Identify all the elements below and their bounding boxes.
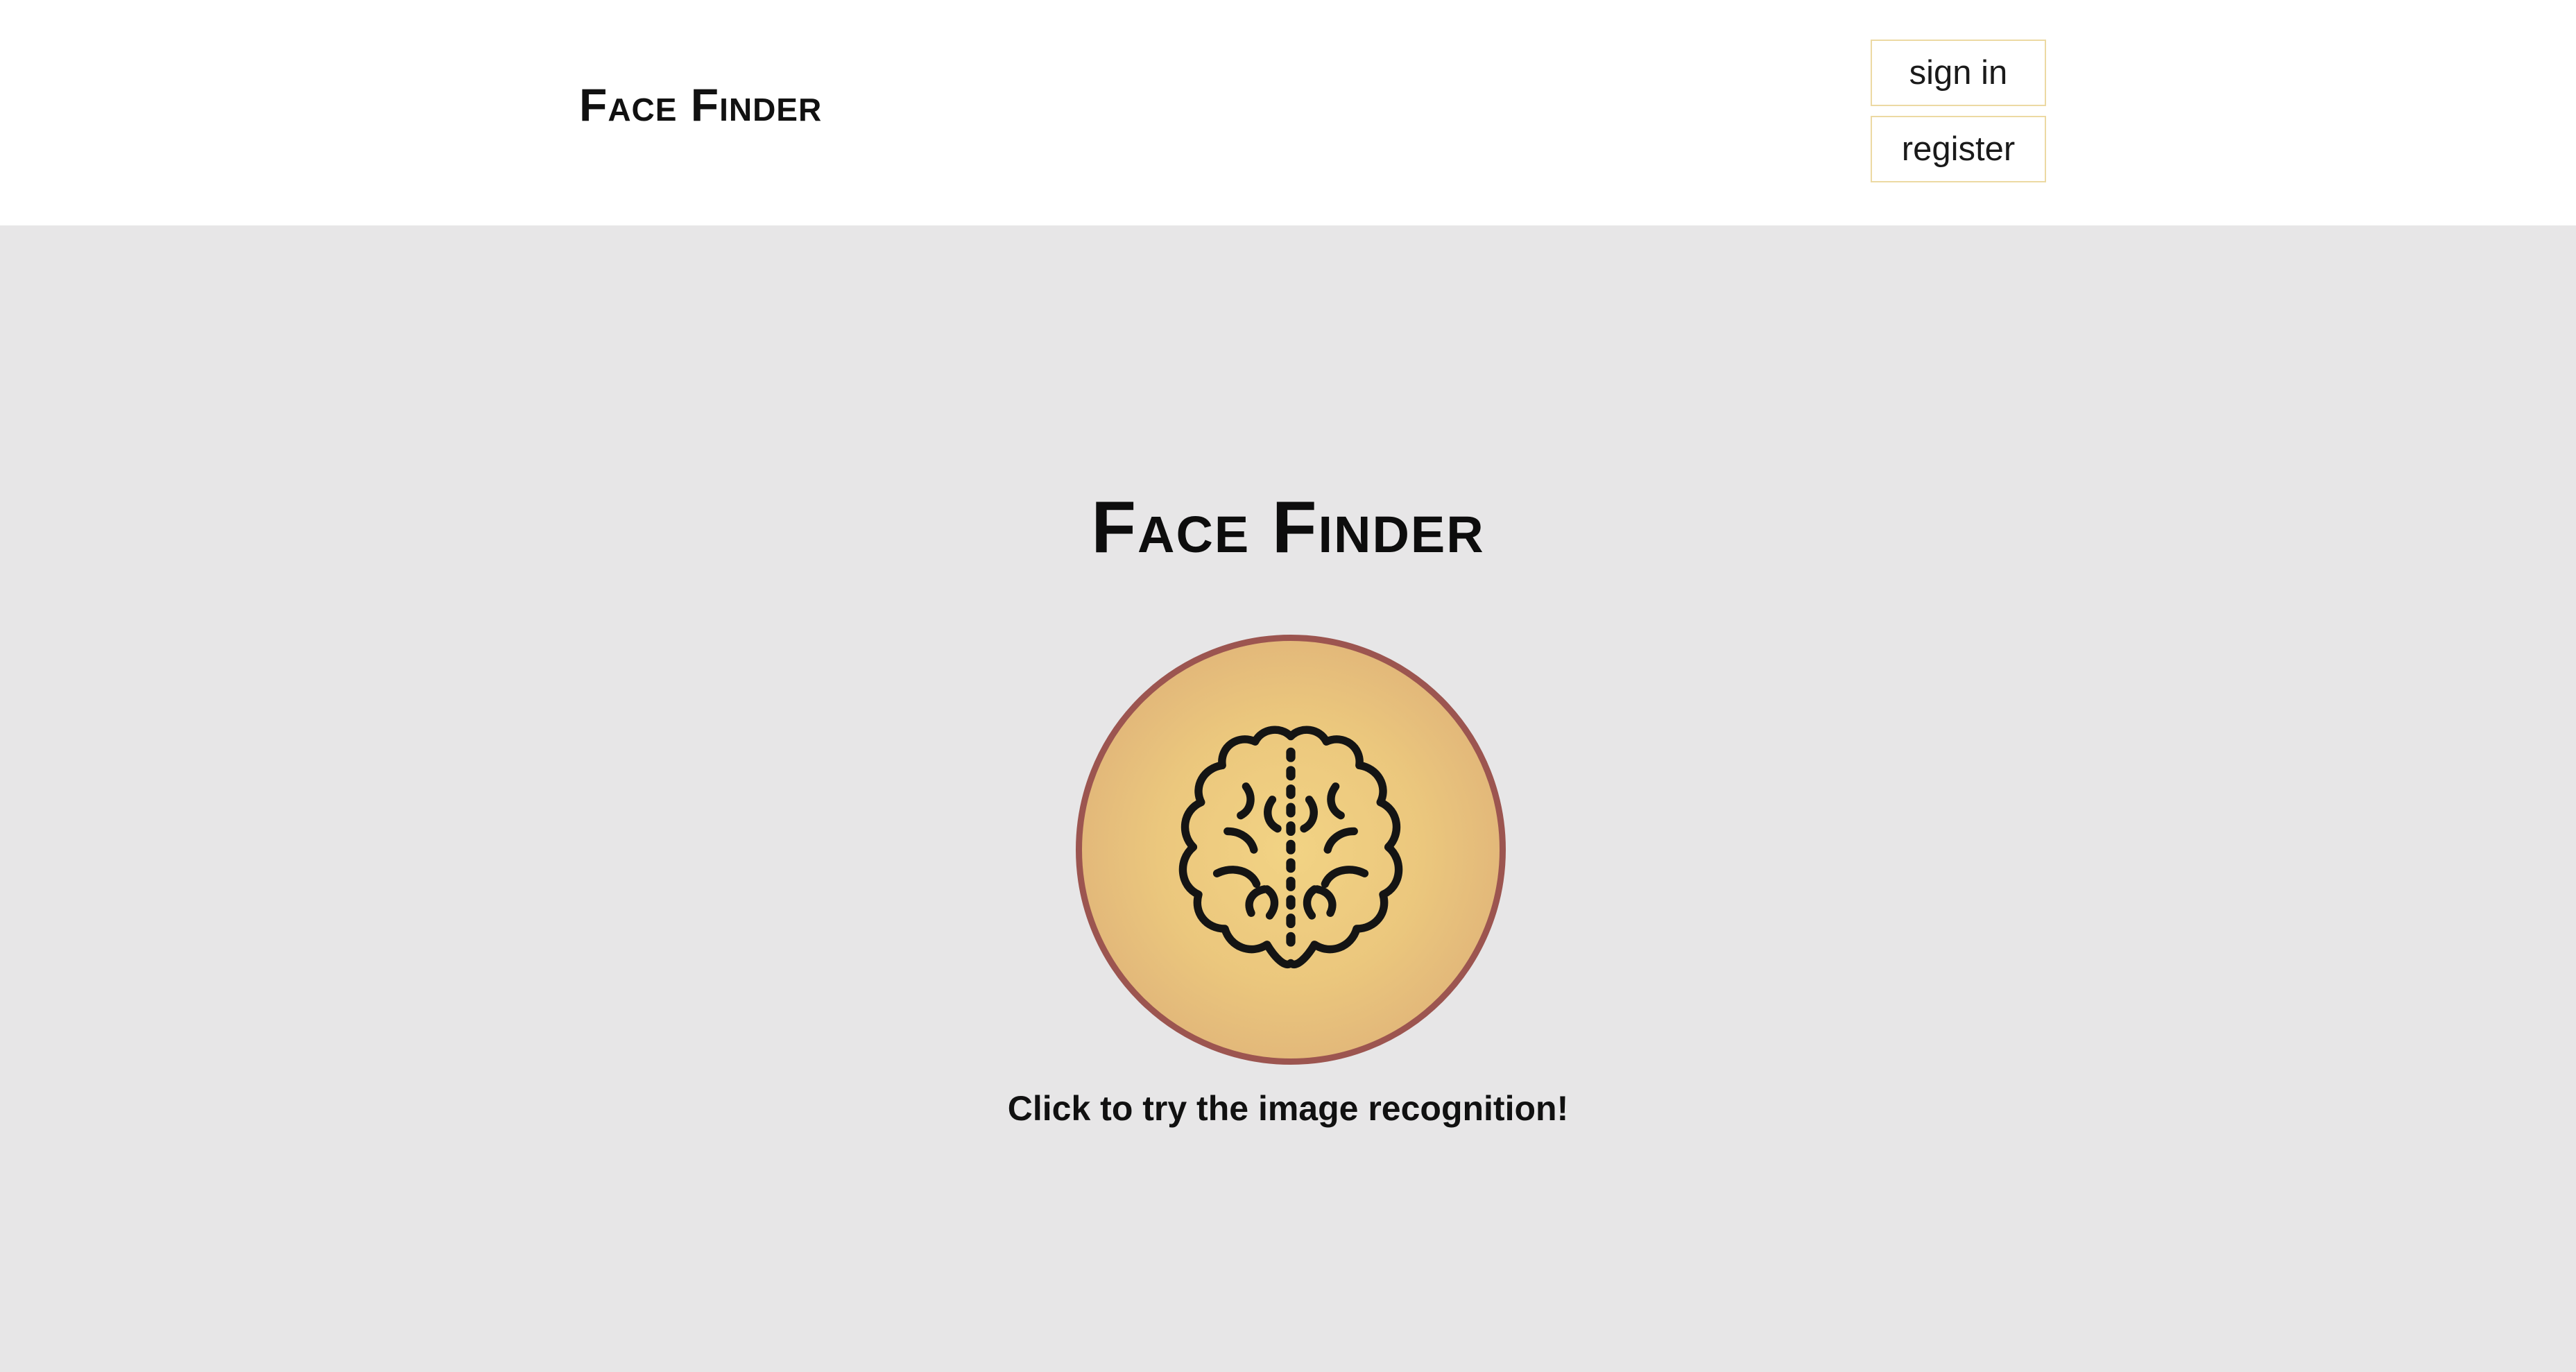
cta-text: Click to try the image recognition! bbox=[1007, 1089, 1569, 1128]
page: Face Finder sign in register Face Finder bbox=[0, 0, 2576, 1372]
register-button[interactable]: register bbox=[1871, 116, 2046, 182]
top-header: Face Finder sign in register bbox=[0, 0, 2576, 225]
page-title: Face Finder bbox=[1091, 486, 1485, 568]
brand-logo-text[interactable]: Face Finder bbox=[579, 82, 822, 128]
brain-icon bbox=[1159, 718, 1423, 981]
sign-in-button[interactable]: sign in bbox=[1871, 40, 2046, 106]
image-recognition-button[interactable] bbox=[1076, 635, 1506, 1065]
